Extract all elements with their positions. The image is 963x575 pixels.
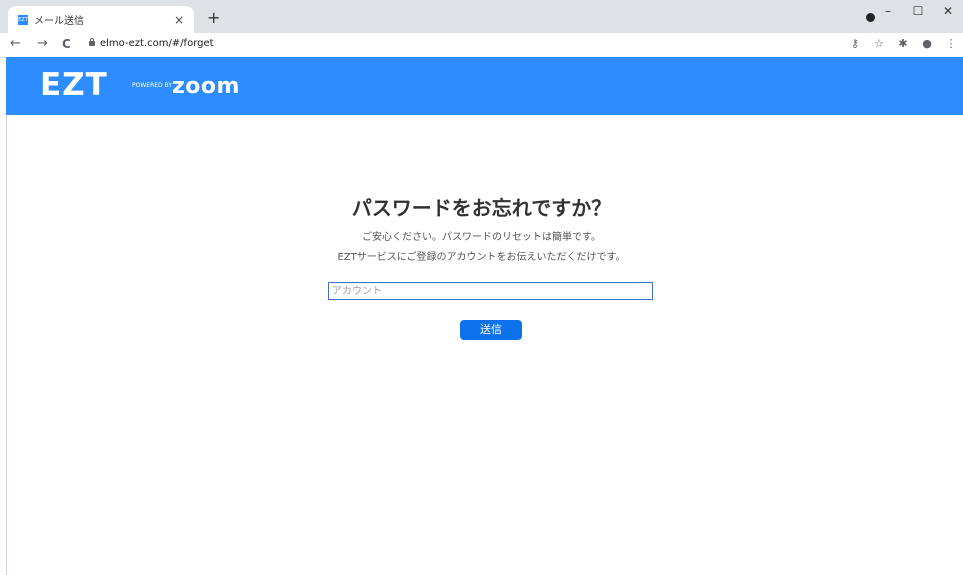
reload-button[interactable]: C	[62, 37, 71, 51]
page-title: パスワードをお忘れですか？	[351, 196, 612, 220]
browser-toolbar: ← → C elmo-ezt.com/#/forget ⚷ ☆ ✱ ● ⋮	[0, 33, 963, 58]
tab-close-icon[interactable]: ×	[174, 13, 184, 27]
browser-tab-bar: EZT メール送信 × + – ☐ ✕	[0, 0, 963, 33]
lock-icon[interactable]	[89, 38, 95, 46]
page-border	[6, 115, 7, 575]
menu-icon[interactable]: ⋮	[939, 37, 963, 50]
new-tab-button[interactable]: +	[207, 8, 220, 27]
ezt-favicon-icon: EZT	[18, 14, 28, 25]
key-icon[interactable]: ⚷	[843, 37, 867, 50]
close-window-button[interactable]: ✕	[933, 0, 963, 28]
forward-button[interactable]: →	[37, 36, 48, 51]
powered-by-label: POWERED BY	[132, 82, 173, 89]
description-line-2: EZTサービスにご登録のアカウントをお伝えいただくだけです。	[337, 252, 626, 263]
app-header: EZT POWERED BY zoom	[6, 57, 963, 115]
window-controls: – ☐ ✕	[873, 0, 963, 28]
address-bar[interactable]: elmo-ezt.com/#/forget	[100, 38, 214, 49]
profile-icon[interactable]: ●	[915, 37, 939, 50]
maximize-button[interactable]: ☐	[903, 0, 933, 28]
minimize-button[interactable]: –	[873, 0, 903, 28]
account-input[interactable]	[328, 282, 653, 300]
toolbar-icons: ⚷ ☆ ✱ ● ⋮	[843, 37, 963, 50]
ezt-logo[interactable]: EZT	[40, 67, 108, 103]
puzzle-icon[interactable]: ✱	[891, 37, 915, 50]
star-icon[interactable]: ☆	[867, 37, 891, 50]
tab-title: メール送信	[34, 16, 84, 27]
back-button[interactable]: ←	[10, 36, 21, 51]
send-button[interactable]: 送信	[460, 320, 522, 340]
description-line-1: ご安心ください。パスワードのリセットは簡単です。	[362, 232, 601, 243]
browser-tab[interactable]: EZT メール送信 ×	[8, 6, 194, 33]
zoom-logo: zoom	[172, 74, 240, 99]
